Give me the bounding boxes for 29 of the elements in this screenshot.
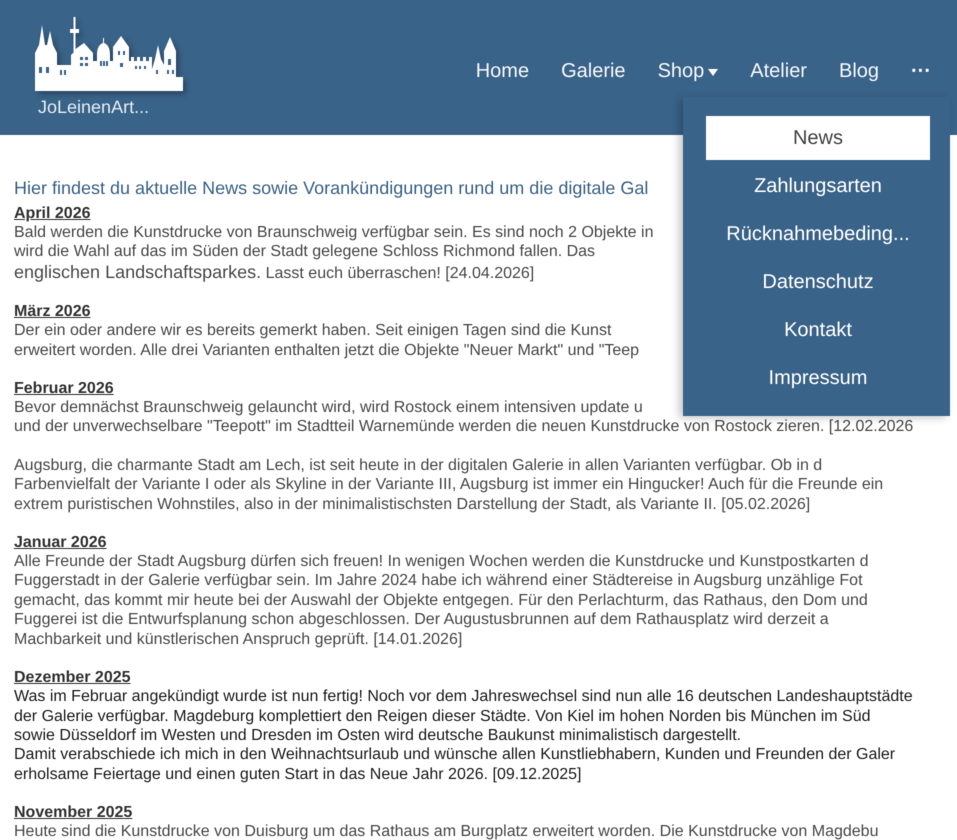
caret-icon [708,69,718,76]
logo-text[interactable]: JoLeinenArt... [38,97,150,117]
month-heading: Dezember 2025 [14,668,131,688]
news-paragraph: Bald werden die Kunstdrucke von Braunschweig verfügbar sein. Es sind noch 2 Objekte in wird die Wahl auf das im Süden der Stadt gelegene Schloss Richmond fallen. Das englischen Landschaftsparkes. Lasst euch überraschen! [24.04.2026] [14,223,654,284]
month-heading: März 2026 [14,302,90,322]
news-paragraph: Heute sind die Kunstdrucke von Duisburg um das Rathaus am Burgplatz erweitert worden. Die Kunstdrucke von Magdebu [14,822,878,840]
city-skyline-icon[interactable] [35,15,183,91]
news-paragraph: Alle Freunde der Stadt Augsburg dürfen sich freuen! In wenigen Wochen werden die Kunstdrucke und Kunstpostkarten d Fuggerstadt in der Galerie verfügbar sein. Im Jahre 2024 habe ich während einer Städtereise in Augsburg unzählige Fot gemacht, das kommt mir heute bei der Auswahl der Objekte entgegen. Für den Perlachturm, das Rathaus, den Dom und Fuggerei ist die Entwurfsplanung schon abgeschlossen. Der Augustusbrunnen auf dem Rathausplatz wird derzeit a Machbarkeit und künstlerischen Anspruch geprüft. [14.01.2026] [14,552,868,650]
news-paragraph: Was im Februar angekündigt wurde ist nun fertig! Noch vor dem Jahreswechsel sind nun alle 16 deutschen Landeshauptstädte der Galerie verfügbar. Magdeburg komplettiert den Reigen dieser Städte. Von Kiel im hohen Norden bis München im Süd sowie Düsseldorf im Westen und Dresden im Osten wird deutsche Baukunst minimalistisch dargestellt. Damit verabschiede ich mich in den Weihnachtsurlaub und wünsche allen Kunstliebhabern, Kunden und Freunden der Galer erholsame Feiertage und einen guten Start in das Neue Jahr 2026. [09.12.2025] [14,687,913,784]
nav-link[interactable]: Atelier [750,59,807,83]
menu-item[interactable]: Rücknahmebeding... [706,212,930,256]
nav-dropdown-link[interactable]: Shop [658,59,718,83]
month-heading: April 2026 [14,204,90,223]
nav-link[interactable]: Blog [838,59,880,83]
nav-link[interactable]: Home [476,59,530,83]
news-paragraph: Bevor demnächst Braunschweig gelauncht wird, wird Rostock einem intensiven update u und der unverwechselbare "Teepott" im Stadtteil Warnemünde werden die neuen Kunstdrucke von Rostock zieren. [12.02.2026 [14,398,914,437]
menu-item[interactable]: Zahlungsarten [706,164,930,208]
more-menu-button[interactable]: ··· [911,59,931,83]
news-paragraph: Der ein oder andere wir es bereits gemerkt haben. Seit einigen Tagen sind die Kunst erweitert worden. Alle drei Varianten enthalten jetzt die Objekte "Neuer Markt" und "Teep [14,321,640,360]
menu-item[interactable]: Impressum [706,356,930,400]
nav-link[interactable]: Galerie [561,59,626,83]
intro-text: Hier findest du aktuelle News sowie Vorankündigungen rund um die digitale Gal [14,177,648,200]
month-heading: November 2025 [14,803,132,822]
menu-item[interactable]: Datenschutz [706,260,930,304]
menu-item[interactable]: News [706,116,930,160]
news-paragraph: Augsburg, die charmante Stadt am Lech, ist seit heute in der digitalen Galerie in allen Varianten verfügbar. Ob in d Farbenvielfalt der Variante I oder als Skyline in der Variante III, Augsburg ist immer ein Hingucker! Auch für die Freunde ein extrem puristischen Wohnstiles, also in der minimalistischsten Darstellung der Stadt, als Variante II. [05.02.2026] [14,456,884,514]
menu-item[interactable]: Kontakt [706,308,930,352]
month-heading: Februar 2026 [14,379,114,398]
month-heading: Januar 2026 [14,533,107,552]
